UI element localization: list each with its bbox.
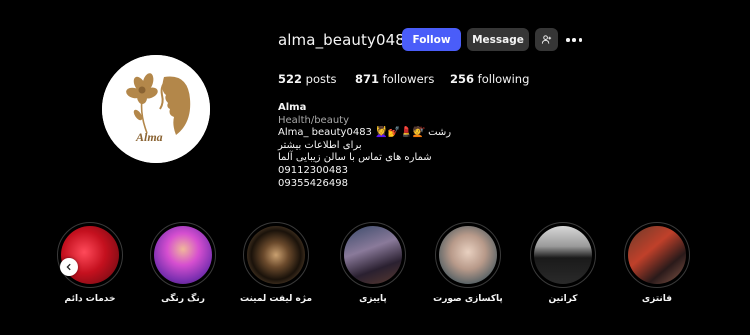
highlight-label: پاییزی [359, 294, 387, 304]
bio-line: Alma_ beauty0483 💆‍♀️💅💄💇 رشت [278, 127, 452, 139]
highlight-item[interactable]: پاییزی [328, 222, 418, 304]
highlight-label: پاکسازی صورت [433, 294, 503, 304]
avatar-logo-text: Alma [135, 130, 163, 144]
bio-phone-1: 09112300483 [278, 164, 348, 176]
highlight-item[interactable]: مژه لیفت لمینت [231, 222, 321, 304]
highlight-item[interactable]: رنگ رنگی [138, 222, 228, 304]
highlight-item[interactable]: کراتین [518, 222, 608, 304]
message-button[interactable]: Message [467, 28, 529, 51]
bio-line: شماره های تماس با سالن زیبایی آلما [278, 152, 432, 164]
bio-name: Alma [278, 102, 307, 113]
more-options-icon[interactable] [566, 38, 582, 42]
highlight-item[interactable]: پاکسازی صورت [423, 222, 513, 304]
highlights-scroll-left-button[interactable] [60, 258, 78, 276]
highlight-label: رنگ رنگی [161, 294, 205, 304]
chevron-left-icon [66, 263, 71, 271]
bio-category: Health/beauty [278, 114, 350, 126]
highlight-label: فانتزی [641, 294, 673, 304]
highlight-label: خدمات دائم [64, 294, 116, 304]
bio-line: برای اطلاعات بیشتر [278, 139, 362, 151]
bio-phone-2: 09355426498 [278, 177, 348, 189]
alma-logo: Alma [102, 55, 210, 163]
profile-username: alma_beauty0483 [278, 31, 415, 49]
followers-count[interactable]: 871 followers [355, 72, 434, 86]
suggest-users-button[interactable] [535, 28, 558, 51]
highlight-item[interactable]: فانتزی [612, 222, 702, 304]
highlight-label: مژه لیفت لمینت [239, 294, 313, 304]
profile-bio: Alma Health/beauty Alma_ beauty0483 💆‍♀️… [278, 102, 451, 190]
highlight-label: کراتین [548, 294, 578, 304]
add-user-icon [541, 35, 552, 44]
story-highlights: خدمات دائم رنگ رنگی مژه لیفت لمینت پاییز… [0, 222, 750, 312]
highlight-item[interactable]: خدمات دائم [45, 222, 135, 304]
profile-avatar[interactable]: Alma [102, 55, 210, 163]
follow-button[interactable]: Follow [402, 28, 461, 51]
posts-count: 522 posts [278, 72, 337, 86]
following-count[interactable]: 256 following [450, 72, 529, 86]
